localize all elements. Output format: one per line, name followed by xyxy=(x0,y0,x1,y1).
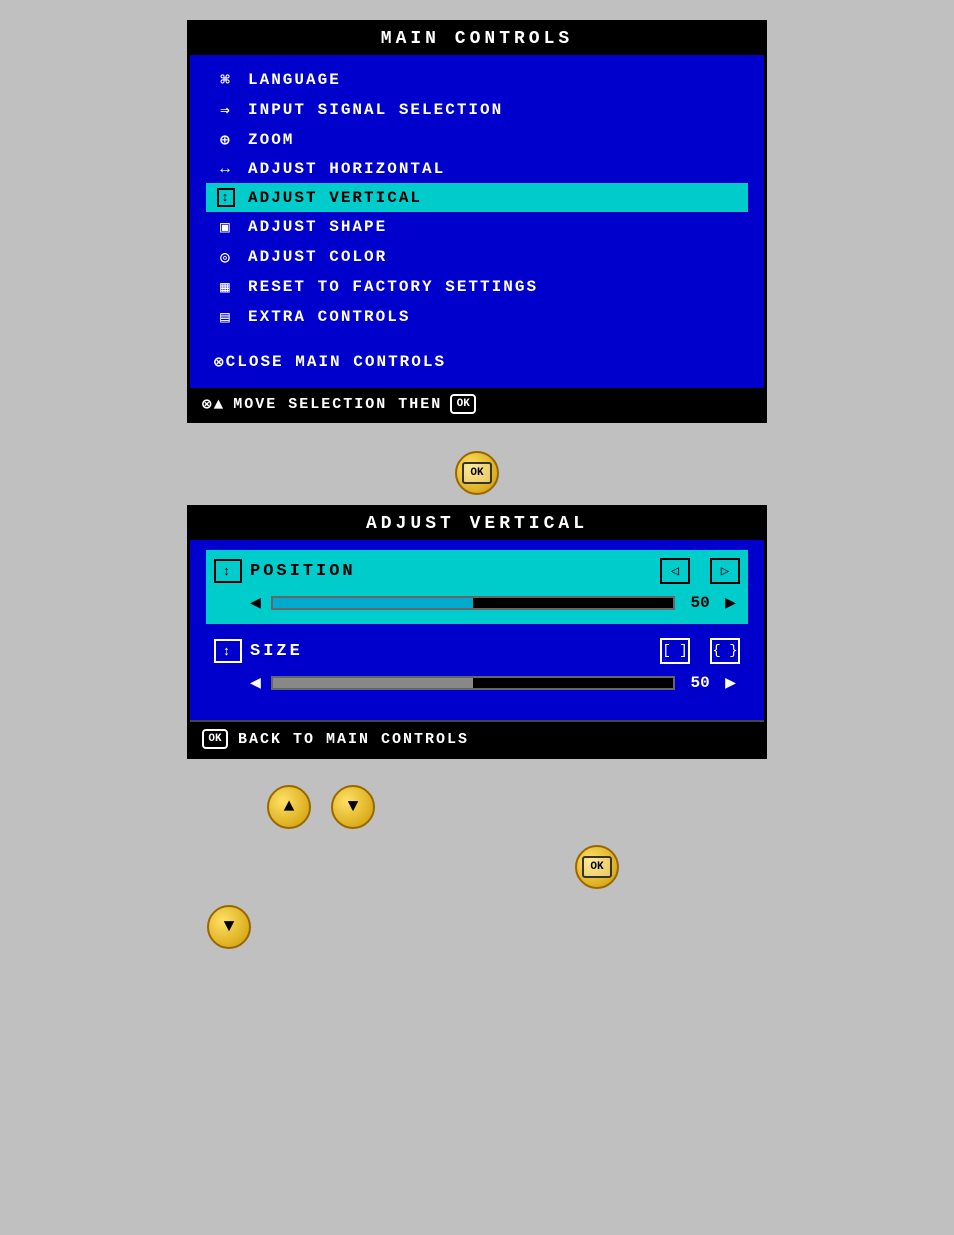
position-slider-track xyxy=(271,596,675,610)
ok-gold-button-2[interactable]: OK xyxy=(575,845,619,889)
bottom-arrow-row: ▼ xyxy=(187,905,767,949)
size-left-arrow[interactable]: ◀ xyxy=(250,672,261,694)
size-decrease-icon[interactable]: [ ] xyxy=(660,638,690,664)
ok-inner-label-2: OK xyxy=(582,856,612,878)
adjust-horizontal-label: ADJUST HORIZONTAL xyxy=(248,160,445,178)
close-icon: ⊗ xyxy=(214,352,226,372)
position-left-arrow[interactable]: ◀ xyxy=(250,592,261,614)
input-signal-icon: ⇒ xyxy=(210,100,242,120)
adjust-vertical-label: ADJUST VERTICAL xyxy=(248,189,422,207)
size-top-row: ↕ SIZE [ ] { } xyxy=(214,638,740,664)
main-controls-title: MAIN CONTROLS xyxy=(190,23,764,55)
language-icon: ⌘ xyxy=(210,70,242,90)
ok-gold-button[interactable]: OK xyxy=(455,451,499,495)
size-adj-icons: [ ] { } xyxy=(660,638,740,664)
nav-down-button[interactable]: ▼ xyxy=(331,785,375,829)
zoom-icon: ⊕ xyxy=(210,130,242,150)
back-ok-icon: OK xyxy=(202,729,228,749)
nav-up-down-icon: ⊗▲ xyxy=(202,394,225,414)
position-slider-fill xyxy=(273,598,473,608)
adjust-content: ↕ POSITION ◁ ▷ ◀ 50 ▶ ↕ xyxy=(190,540,764,720)
menu-item-reset[interactable]: ▦ RESET TO FACTORY SETTINGS xyxy=(206,272,748,302)
menu-item-adjust-shape[interactable]: ▣ ADJUST SHAPE xyxy=(206,212,748,242)
close-main-controls[interactable]: ⊗ CLOSE MAIN CONTROLS xyxy=(206,346,748,378)
close-label: CLOSE MAIN CONTROLS xyxy=(226,353,446,371)
footer-label: MOVE SELECTION THEN xyxy=(233,396,442,413)
position-slider-row: ◀ 50 ▶ xyxy=(214,592,740,620)
menu-item-language[interactable]: ⌘ LANGUAGE xyxy=(206,65,748,95)
adjust-shape-label: ADJUST SHAPE xyxy=(248,218,387,236)
size-label: SIZE xyxy=(250,642,303,661)
menu-item-adjust-horizontal[interactable]: ↔ ADJUST HORIZONTAL xyxy=(206,155,748,183)
zoom-label: ZOOM xyxy=(248,131,294,149)
nav-up-button[interactable]: ▲ xyxy=(267,785,311,829)
back-label: BACK TO MAIN CONTROLS xyxy=(238,731,469,748)
menu-item-input-signal[interactable]: ⇒ INPUT SIGNAL SELECTION xyxy=(206,95,748,125)
position-increase-icon[interactable]: ▷ xyxy=(710,558,740,584)
ok-button-between: OK xyxy=(455,451,499,495)
position-label-row: ↕ POSITION xyxy=(214,559,660,583)
position-label: POSITION xyxy=(250,562,356,581)
position-value: 50 xyxy=(685,594,715,612)
position-top-row: ↕ POSITION ◁ ▷ xyxy=(214,558,740,584)
size-slider-track xyxy=(271,676,675,690)
reset-icon: ▦ xyxy=(210,277,242,297)
back-bar: OK BACK TO MAIN CONTROLS xyxy=(190,720,764,756)
menu-item-adjust-vertical[interactable]: ↕ ADJUST VERTICAL xyxy=(206,183,748,212)
footer-bar: ⊗▲ MOVE SELECTION THEN OK xyxy=(190,388,764,420)
position-adj-icons: ◁ ▷ xyxy=(660,558,740,584)
down-arrow-icon: ▼ xyxy=(348,797,359,817)
size-right-arrow[interactable]: ▶ xyxy=(725,672,736,694)
position-section: ↕ POSITION ◁ ▷ ◀ 50 ▶ xyxy=(206,550,748,624)
adjust-shape-icon: ▣ xyxy=(210,217,242,237)
size-value: 50 xyxy=(685,674,715,692)
bottom-down-arrow-icon: ▼ xyxy=(224,917,235,937)
adjust-horizontal-icon: ↔ xyxy=(210,160,242,178)
reset-label: RESET TO FACTORY SETTINGS xyxy=(248,278,538,296)
adjust-color-icon: ◎ xyxy=(210,247,242,267)
adjust-vertical-icon: ↕ xyxy=(210,188,242,207)
adjust-color-label: ADJUST COLOR xyxy=(248,248,387,266)
up-arrow-icon: ▲ xyxy=(284,797,295,817)
size-icon: ↕ xyxy=(214,639,242,663)
menu-item-extra-controls[interactable]: ▤ EXTRA CONTROLS xyxy=(206,302,748,332)
extra-controls-label: EXTRA CONTROLS xyxy=(248,308,410,326)
main-controls-panel: MAIN CONTROLS ⌘ LANGUAGE ⇒ INPUT SIGNAL … xyxy=(187,20,767,423)
position-decrease-icon[interactable]: ◁ xyxy=(660,558,690,584)
input-signal-label: INPUT SIGNAL SELECTION xyxy=(248,101,503,119)
menu-item-adjust-color[interactable]: ◎ ADJUST COLOR xyxy=(206,242,748,272)
adjust-vertical-title: ADJUST VERTICAL xyxy=(190,508,764,540)
menu-item-zoom[interactable]: ⊕ ZOOM xyxy=(206,125,748,155)
size-slider-fill xyxy=(273,678,473,688)
adjust-vertical-panel: ADJUST VERTICAL ↕ POSITION ◁ ▷ ◀ 50 xyxy=(187,505,767,759)
size-increase-icon[interactable]: { } xyxy=(710,638,740,664)
ok-button-row2: OK xyxy=(187,845,767,889)
menu-list: ⌘ LANGUAGE ⇒ INPUT SIGNAL SELECTION ⊕ ZO… xyxy=(190,55,764,388)
ok-icon: OK xyxy=(450,394,476,414)
size-slider-row: ◀ 50 ▶ xyxy=(214,672,740,700)
position-icon: ↕ xyxy=(214,559,242,583)
language-label: LANGUAGE xyxy=(248,71,341,89)
menu-divider xyxy=(206,332,748,342)
size-label-row: ↕ SIZE xyxy=(214,639,660,663)
extra-controls-icon: ▤ xyxy=(210,307,242,327)
nav-arrows-row: ▲ ▼ xyxy=(187,785,767,829)
position-right-arrow[interactable]: ▶ xyxy=(725,592,736,614)
size-section: ↕ SIZE [ ] { } ◀ 50 ▶ xyxy=(206,630,748,704)
nav-down-button-bottom[interactable]: ▼ xyxy=(207,905,251,949)
ok-inner-label: OK xyxy=(462,462,492,484)
